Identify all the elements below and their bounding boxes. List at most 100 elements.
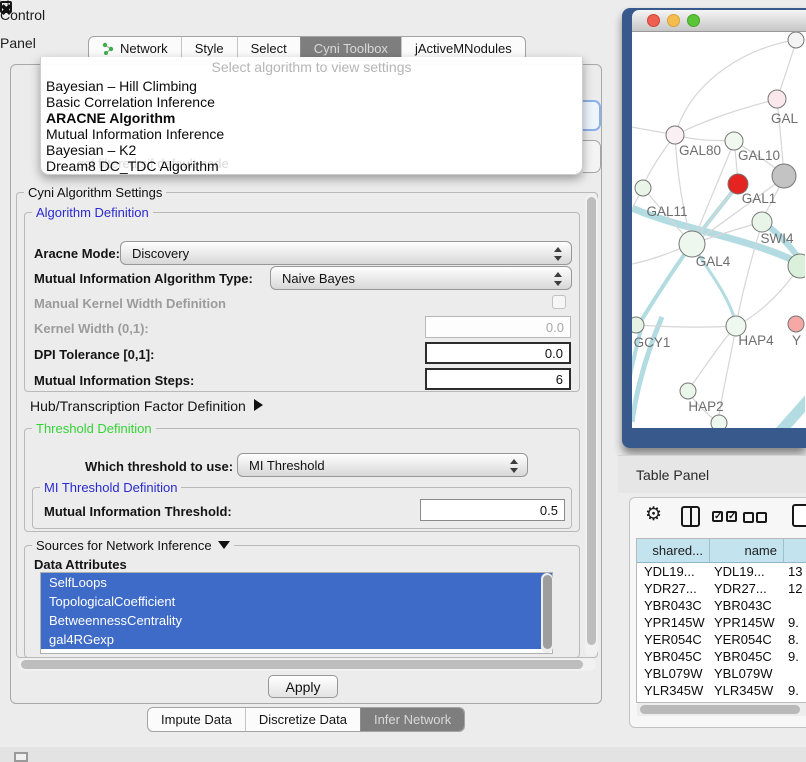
table-data-combo-fragment[interactable] [583,140,601,173]
zoom-traffic-light-icon[interactable] [687,14,700,27]
table-row[interactable]: YBR045CYBR045C9. [637,648,806,665]
minimize-traffic-light-icon[interactable] [667,14,680,27]
dpi-tolerance-field[interactable]: 0.0 [425,342,571,364]
attributes-list-scrollbar[interactable] [541,573,553,653]
mi-type-select[interactable]: Naive Bayes [270,266,572,290]
network-node-gcy1[interactable] [632,317,644,333]
node-label: GAL1 [742,191,777,206]
scrollbar-thumb[interactable] [587,197,596,645]
table-cell: YPR145W [710,614,784,631]
data-attributes-list[interactable]: SelfLoopsTopologicalCoefficientBetweenne… [40,572,553,654]
network-node-gal[interactable] [768,90,786,108]
tab-infer-network[interactable]: Infer Network [360,708,464,731]
algorithm-option[interactable]: Basic Correlation Inference [46,94,215,110]
scrollbar-thumb[interactable] [640,705,800,714]
apply-button-label: Apply [285,679,320,695]
kernel-width-field: 0.0 [425,316,571,338]
attribute-list-item[interactable]: BetweennessCentrality [41,611,552,630]
scrollbar-thumb[interactable] [543,575,552,649]
attribute-list-item[interactable]: gal4RGexp [41,630,552,649]
minimized-panel-icon[interactable] [14,752,28,762]
tab-impute-data[interactable]: Impute Data [148,708,245,731]
which-threshold-value: MI Threshold [249,458,325,473]
manual-kernel-label: Manual Kernel Width Definition [34,296,226,311]
tab-label: Style [195,41,224,56]
tab-label: Network [120,41,168,56]
table-cell: YBR043C [637,597,710,614]
select-all-checkbox-icon[interactable]: ✓ [712,511,723,522]
toolbox-bottom-tabbar: Impute Data Discretize Data Infer Network [147,707,465,732]
network-edge [779,398,805,428]
hub-definition-expander[interactable]: Hub/Transcription Factor Definition [30,398,263,414]
node-label: GAL4 [696,254,731,269]
mi-steps-value: 6 [556,372,563,387]
deselect-all-checkbox-icon[interactable] [743,512,754,523]
table-row[interactable]: YDL19...YDL19...13 [637,563,806,580]
algorithm-option[interactable]: Bayesian – Hill Climbing [46,78,197,94]
close-traffic-light-icon[interactable] [647,14,660,27]
settings-gear-icon[interactable]: ⚙ [645,503,662,526]
which-threshold-select[interactable]: MI Threshold [237,453,528,477]
table-row[interactable]: YPR145WYPR145W9. [637,614,806,631]
tab-label: Discretize Data [259,712,347,727]
tab-label: Select [251,41,287,56]
document-icon[interactable] [792,504,806,527]
column-header[interactable]: name [710,539,784,562]
sources-title-text: Sources for Network Inference [36,538,212,553]
network-node[interactable] [788,32,804,48]
column-header[interactable]: shared... [637,539,710,562]
settings-horizontal-scrollbar[interactable] [18,658,596,671]
apply-button[interactable]: Apply [268,675,338,698]
node-label: GAL [771,111,799,126]
network-node-gal80[interactable] [666,126,684,144]
aracne-mode-select[interactable]: Discovery [120,241,572,265]
network-node[interactable] [711,415,727,428]
algorithm-option[interactable]: ARACNE Algorithm [46,110,175,126]
node-attribute-table: shared...nameYDL19...YDL19...13YDR27...Y… [636,538,806,703]
data-attributes-label: Data Attributes [34,557,127,572]
hub-definition-label: Hub/Transcription Factor Definition [30,398,246,414]
table-cell: 13 [784,563,806,580]
scrollbar-thumb[interactable] [21,660,583,669]
table-horizontal-scrollbar[interactable] [637,703,806,716]
mi-steps-field[interactable]: 6 [425,368,571,390]
spinner-arrows-icon [510,458,518,474]
mi-threshold-value: 0.5 [540,503,558,518]
settings-vertical-scrollbar[interactable] [585,194,598,656]
sources-group-title[interactable]: Sources for Network Inference [32,538,234,553]
close-icon[interactable]: ✖ [0,1,13,19]
network-node-y[interactable] [788,316,804,332]
inference-algorithm-combo-fragment[interactable] [583,100,601,131]
table-row[interactable]: YDR27...YDR27...12 [637,580,806,597]
network-edge [675,99,777,135]
algorithm-option[interactable]: Mutual Information Inference [46,126,224,142]
table-row[interactable]: YBL079WYBL079W [637,665,806,682]
table-cell: YBR043C [710,597,784,614]
spinner-arrows-icon [554,246,562,262]
network-node-hap2[interactable] [680,383,696,399]
network-node-swi4[interactable] [752,212,772,232]
table-row[interactable]: YLR345WYLR345W9. [637,682,806,699]
table-cell: 12 [784,580,806,597]
table-cell: YER054C [637,631,710,648]
table-panel-title: Table Panel [636,456,709,494]
attribute-list-item[interactable]: TopologicalCoefficient [41,592,552,611]
network-node[interactable] [772,164,796,188]
algorithm-option[interactable]: Dream8 DC_TDC Algorithm [46,158,219,174]
select-all-checkbox-icon[interactable]: ✓ [726,511,737,522]
split-columns-icon[interactable] [681,506,700,527]
network-view-window: GALGAL80GAL10GAL1GAL11GAL4SWI4HAP4YGCY1H… [622,8,806,448]
deselect-all-checkbox-icon[interactable] [756,512,767,523]
mi-steps-label: Mutual Information Steps: [34,373,194,388]
column-header[interactable] [784,539,806,562]
network-node-gal11[interactable] [635,180,651,196]
table-row[interactable]: YER054CYER054C8. [637,631,806,648]
algorithm-option[interactable]: Bayesian – K2 [46,142,136,158]
table-row[interactable]: YBR043CYBR043C [637,597,806,614]
attribute-list-item[interactable]: SelfLoops [41,573,552,592]
network-window-titlebar[interactable] [632,10,806,32]
tab-label: Cyni Toolbox [314,41,388,56]
tab-discretize-data[interactable]: Discretize Data [245,708,360,731]
network-canvas[interactable]: GALGAL80GAL10GAL1GAL11GAL4SWI4HAP4YGCY1H… [632,32,806,428]
mi-threshold-field[interactable]: 0.5 [420,499,565,521]
